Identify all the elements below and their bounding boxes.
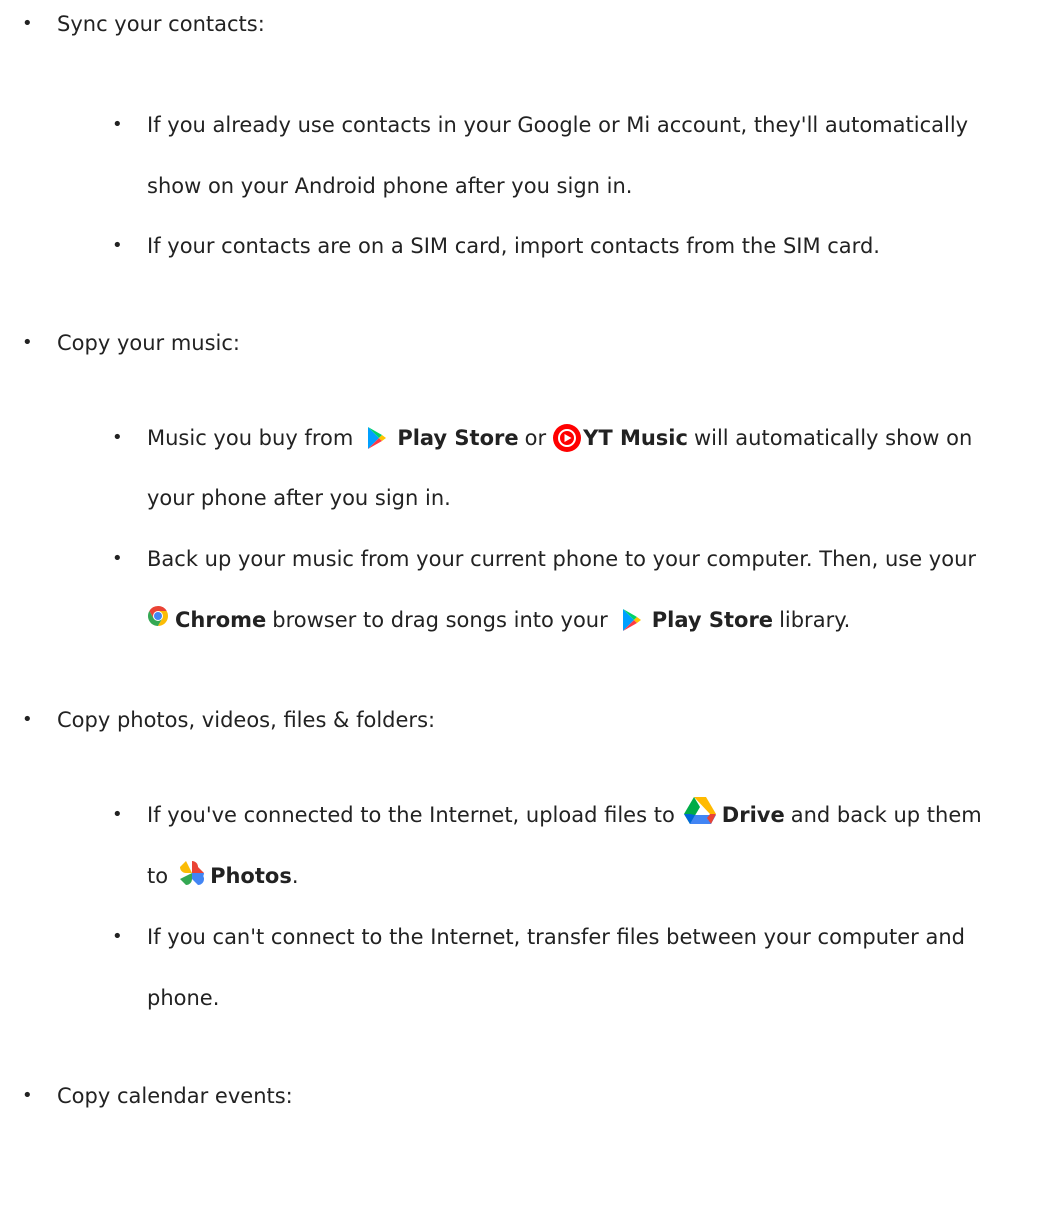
- section-heading-music: Copy your music:: [57, 329, 240, 357]
- section-heading-calendar: Copy calendar events:: [57, 1082, 293, 1110]
- bullet: •: [112, 427, 123, 448]
- app-name-photos: Photos: [210, 864, 292, 888]
- item-text: your phone after you sign in.: [147, 486, 451, 510]
- item-text: If you've connected to the Internet, upl…: [147, 803, 675, 827]
- bullet: •: [22, 1085, 33, 1106]
- item-text: show on your Android phone after you sig…: [147, 174, 633, 198]
- item-text: to: [147, 864, 169, 888]
- list-item-photos-1-cont: to Photos .: [147, 861, 299, 890]
- item-text: If you can't connect to the Internet, tr…: [147, 925, 965, 949]
- section-heading-contacts: Sync your contacts:: [57, 10, 265, 38]
- drive-icon: [683, 796, 719, 826]
- list-item-contacts-2: If your contacts are on a SIM card, impo…: [147, 232, 880, 260]
- bullet: •: [112, 926, 123, 947]
- bullet: •: [112, 235, 123, 256]
- list-item-contacts-1: If you already use contacts in your Goog…: [147, 111, 968, 139]
- yt-music-icon: [552, 423, 582, 453]
- app-name-yt-music: YT Music: [583, 426, 688, 450]
- item-text: library.: [779, 608, 851, 632]
- list-item-music-1-cont: your phone after you sign in.: [147, 484, 451, 512]
- item-text: will automatically show on: [693, 426, 973, 450]
- chrome-icon: [147, 605, 171, 629]
- bullet: •: [22, 13, 33, 34]
- item-text: browser to drag songs into your: [272, 608, 608, 632]
- heading-text: Copy photos, videos, files & folders:: [57, 708, 436, 732]
- app-name-drive: Drive: [721, 803, 785, 827]
- list-item-photos-2: If you can't connect to the Internet, tr…: [147, 923, 965, 951]
- list-item-music-1: Music you buy from Play Store or YT Musi…: [147, 424, 972, 452]
- section-heading-photos: Copy photos, videos, files & folders:: [57, 706, 435, 734]
- heading-text: Copy calendar events:: [57, 1084, 293, 1108]
- play-store-icon: [622, 606, 648, 634]
- play-store-icon: [367, 424, 393, 452]
- photos-icon: [176, 857, 208, 889]
- bullet: •: [22, 332, 33, 353]
- item-text: and back up them: [790, 803, 982, 827]
- list-item-photos-2-cont: phone.: [147, 984, 219, 1012]
- bullet: •: [112, 804, 123, 825]
- bullet: •: [112, 114, 123, 135]
- item-text: If you already use contacts in your Goog…: [147, 113, 969, 137]
- document-page: • Sync your contacts: • If you already u…: [0, 0, 1045, 1216]
- list-item-contacts-1-cont: show on your Android phone after you sig…: [147, 172, 632, 200]
- item-text: If your contacts are on a SIM card, impo…: [147, 234, 880, 258]
- bullet: •: [22, 709, 33, 730]
- list-item-music-2-cont: Chrome browser to drag songs into your P…: [147, 606, 850, 634]
- item-text: phone.: [147, 986, 220, 1010]
- app-name-chrome: Chrome: [175, 608, 267, 632]
- item-text: Back up your music from your current pho…: [147, 547, 977, 571]
- heading-text: Sync your contacts:: [57, 12, 265, 36]
- app-name-play-store: Play Store: [397, 426, 519, 450]
- bullet: •: [112, 548, 123, 569]
- list-item-photos-1: If you've connected to the Internet, upl…: [147, 797, 982, 829]
- item-text: .: [291, 864, 299, 888]
- item-text: Music you buy from: [147, 426, 354, 450]
- item-text: or: [524, 426, 547, 450]
- app-name-play-store: Play Store: [651, 608, 774, 632]
- list-item-music-2: Back up your music from your current pho…: [147, 545, 976, 573]
- heading-text: Copy your music:: [57, 331, 241, 355]
